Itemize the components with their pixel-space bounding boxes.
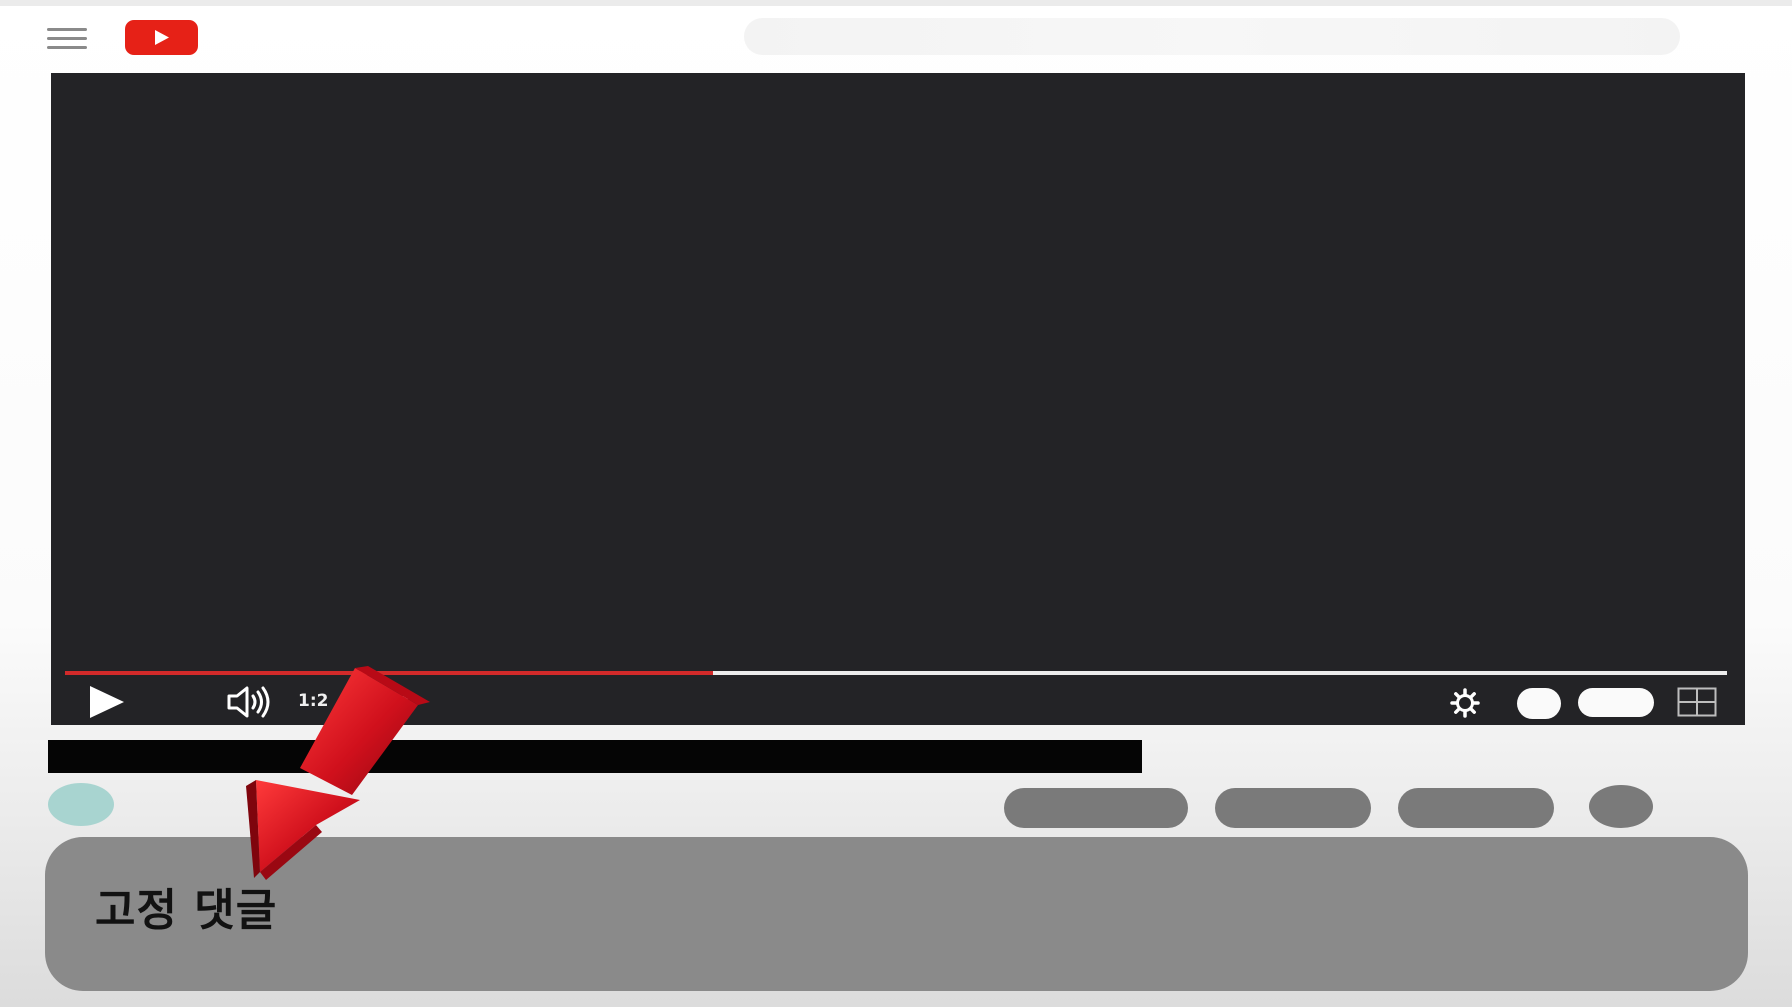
gear-icon[interactable] — [1449, 687, 1481, 719]
search-bar-placeholder[interactable] — [744, 18, 1680, 55]
share-button-placeholder[interactable] — [1215, 788, 1371, 828]
time-current: 1:2 — [298, 691, 329, 711]
grid-icon[interactable] — [1677, 687, 1717, 717]
pinned-comment-box[interactable]: 고정 댓글 — [45, 837, 1748, 991]
avatar[interactable] — [48, 783, 114, 826]
progress-bar-fill — [65, 671, 714, 675]
youtube-logo-icon[interactable] — [125, 20, 198, 55]
video-player[interactable]: 1:2 4 — [51, 73, 1745, 725]
like-button-placeholder[interactable] — [1004, 788, 1188, 828]
top-divider — [0, 0, 1792, 6]
play-icon[interactable] — [87, 684, 127, 720]
hamburger-menu-icon[interactable] — [47, 28, 87, 50]
time-display: 1:2 4 — [298, 691, 410, 711]
volume-icon[interactable] — [226, 685, 272, 719]
pinned-comment-label: 고정 댓글 — [95, 885, 278, 936]
more-button-placeholder[interactable] — [1589, 785, 1653, 828]
toggle-pill[interactable] — [1578, 688, 1654, 717]
time-total-fragment: 4 — [398, 691, 411, 711]
video-title-placeholder — [48, 740, 1142, 773]
save-button-placeholder[interactable] — [1398, 788, 1554, 828]
progress-bar[interactable] — [65, 671, 1727, 675]
toggle-knob[interactable] — [1517, 688, 1561, 719]
